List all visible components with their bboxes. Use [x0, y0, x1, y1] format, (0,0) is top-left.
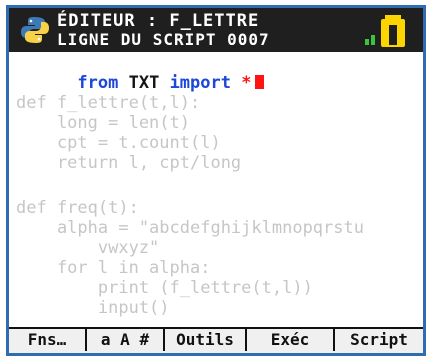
softkey-tools[interactable]: Outils	[165, 329, 247, 351]
battery-icon	[365, 15, 409, 49]
code-line[interactable]: def f_lettre(t,l):	[16, 93, 200, 113]
code-line[interactable]: cpt = t.count(l)	[16, 133, 221, 153]
code-line[interactable]: long = len(t)	[16, 113, 190, 133]
code-line[interactable]: vwxyz"	[16, 238, 159, 258]
import-star: *	[230, 73, 252, 93]
code-line[interactable]: alpha = "abcdefghijklmnopqrstu	[16, 218, 364, 238]
keyword-from: from	[77, 73, 119, 93]
code-line[interactable]: print (f_lettre(t,l))	[16, 278, 313, 298]
code-line[interactable]: for l in alpha:	[16, 258, 211, 278]
text-cursor	[255, 75, 265, 89]
python-logo-icon	[21, 17, 49, 43]
code-line-import[interactable]: from TXT import *	[16, 53, 265, 93]
script-editor[interactable]: from TXT import * def f_lettre(t,l): lon…	[9, 52, 423, 332]
keyword-import: import	[169, 73, 231, 93]
module-name: TXT	[118, 73, 170, 93]
script-line-indicator: LIGNE DU SCRIPT 0007	[57, 30, 270, 49]
softkey-script[interactable]: Script	[335, 329, 423, 351]
title-bar: ÉDITEUR : F_LETTRE LIGNE DU SCRIPT 0007	[9, 8, 423, 52]
calculator-screen: ÉDITEUR : F_LETTRE LIGNE DU SCRIPT 0007 …	[6, 5, 426, 356]
code-line[interactable]: return l, cpt/long	[16, 153, 241, 173]
softkey-bar: Fns… a A # Outils Exéc Script	[9, 327, 423, 353]
softkey-chars[interactable]: a A #	[87, 329, 165, 351]
softkey-fns[interactable]: Fns…	[9, 329, 87, 351]
softkey-run[interactable]: Exéc	[247, 329, 335, 351]
code-line[interactable]: input()	[16, 298, 170, 318]
window-title: ÉDITEUR : F_LETTRE	[57, 11, 260, 31]
code-line[interactable]: def freq(t):	[16, 198, 139, 218]
